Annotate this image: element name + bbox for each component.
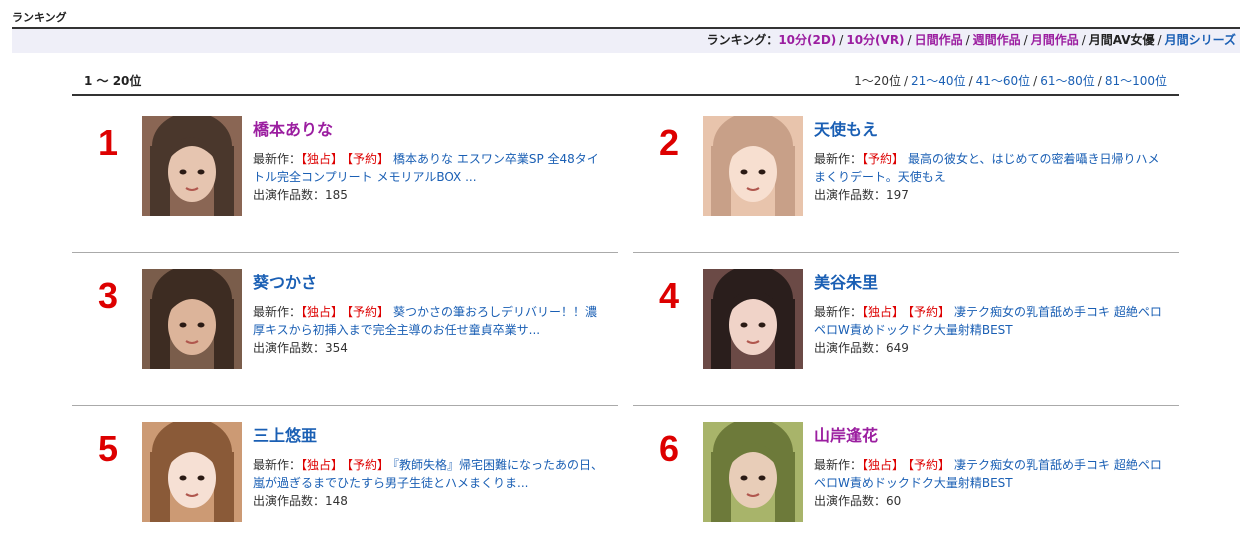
latest-work-label: 最新作： [253,305,302,319]
latest-work-label: 最新作： [814,152,863,166]
nav-separator: / [1023,33,1028,47]
actress-info: 最新作：【独占】 【予約】 『教師失格』帰宅困難になったあの日、嵐が過ぎるまでひたす… [253,456,605,510]
works-count-label: 出演作品数： [253,341,326,355]
nav-link-7[interactable]: 月間シリーズ [1165,33,1236,47]
actress-photo[interactable] [142,269,242,369]
rank-number: 4 [659,275,680,316]
nav-link-3[interactable]: 日間作品 [915,33,963,47]
work-tag: 【予約】 [347,458,390,472]
works-count-label: 出演作品数： [814,188,887,202]
works-count-value: 197 [886,188,909,202]
rank-number: 2 [659,122,680,163]
rank-number: 5 [98,428,119,469]
ranking-nav-lead: ランキング： [706,33,779,47]
actress-photo[interactable] [703,269,803,369]
work-tag: 【予約】 [862,152,905,166]
actress-card: 5 三上悠亜最新作：【独占】 【予約】 『教師失格』帰宅困難になったあの日、嵐が過ぎる… [72,422,618,558]
actress-photo[interactable] [703,422,803,522]
work-tag: 【予約】 [347,152,390,166]
nav-separator: / [1157,33,1162,47]
pager-separator: / [968,74,973,88]
latest-work-label: 最新作： [814,458,863,472]
work-tag: 【予約】 [908,305,951,319]
pager-link-4[interactable]: 61〜80位 [1040,74,1095,88]
works-count-value: 649 [886,341,909,355]
nav-separator: / [965,33,970,47]
works-count-label: 出演作品数： [253,188,326,202]
work-tag: 【予約】 [908,458,951,472]
actress-card: 3 葵つかさ最新作：【独占】 【予約】 葵つかさの筆おろしデリバリー！！濃厚キスから初… [72,269,618,406]
nav-link-5[interactable]: 月間作品 [1031,33,1079,47]
works-count-line: 出演作品数：60 [814,492,1166,510]
range-title: 1 〜 20位 [84,74,142,88]
works-count-line: 出演作品数：148 [253,492,605,510]
page-header: ランキング [12,6,1240,29]
pager-separator: / [1097,74,1102,88]
rank-number: 6 [659,428,680,469]
nav-link-2[interactable]: 10分(VR) [846,33,904,47]
range-pager: 1〜20位/21〜40位/41〜60位/61〜80位/81〜100位 [854,68,1167,94]
actress-card: 2 天使もえ最新作：【予約】 最高の彼女と、はじめての密着囁き日帰りハメまくりデート… [633,116,1179,253]
latest-work-label: 最新作： [814,305,863,319]
rank-number: 1 [98,122,119,163]
works-count-value: 185 [325,188,348,202]
page-title: ランキング [12,11,67,24]
works-count-line: 出演作品数：185 [253,186,605,204]
actress-photo[interactable] [142,116,242,216]
nav-separator: / [1081,33,1086,47]
actress-info: 最新作：【独占】 【予約】 凄テク痴女の乳首舐め手コキ 超絶ペロペロW責めドックドク… [814,303,1166,357]
works-count-label: 出演作品数： [814,494,887,508]
work-tag: 【独占】 [862,305,905,319]
works-count-label: 出演作品数： [814,341,887,355]
latest-work-label: 最新作： [253,152,302,166]
work-tag: 【独占】 [301,152,344,166]
nav-separator: / [907,33,912,47]
actress-photo[interactable] [703,116,803,216]
actress-info: 最新作：【独占】 【予約】 葵つかさの筆おろしデリバリー！！濃厚キスから初挿入まで完… [253,303,605,357]
actress-photo[interactable] [142,422,242,522]
nav-link-4[interactable]: 週間作品 [973,33,1021,47]
works-count-line: 出演作品数：649 [814,339,1166,357]
actress-name[interactable]: 天使もえ [814,116,878,140]
works-count-line: 出演作品数：197 [814,186,1166,204]
latest-work-label: 最新作： [253,458,302,472]
range-bar: 1 〜 20位 1〜20位/21〜40位/41〜60位/61〜80位/81〜10… [72,68,1179,96]
pager-link-3[interactable]: 41〜60位 [976,74,1031,88]
actress-name[interactable]: 葵つかさ [253,269,317,293]
actress-card: 4 美谷朱里最新作：【独占】 【予約】 凄テク痴女の乳首舐め手コキ 超絶ペロペロW責め… [633,269,1179,406]
pager-current: 1〜20位 [854,74,901,88]
rank-number: 3 [98,275,119,316]
nav-separator: / [839,33,844,47]
works-count-value: 354 [325,341,348,355]
works-count-line: 出演作品数：354 [253,339,605,357]
pager-link-5[interactable]: 81〜100位 [1105,74,1167,88]
actress-info: 最新作：【独占】 【予約】 凄テク痴女の乳首舐め手コキ 超絶ペロペロW責めドックドク… [814,456,1166,510]
works-count-label: 出演作品数： [253,494,326,508]
pager-separator: / [903,74,909,88]
work-tag: 【独占】 [301,305,344,319]
nav-link-1[interactable]: 10分(2D) [778,33,836,47]
ranking-nav: ランキング：10分(2D)/10分(VR) / 日間作品 / 週間作品 / 月間作品 / 月間A… [12,29,1240,53]
work-tag: 【独占】 [301,458,344,472]
actress-card: 1 橋本ありな最新作：【独占】 【予約】 橋本ありな エスワン卒業SP 全48タイトル… [72,116,618,253]
works-count-value: 60 [886,494,902,508]
actress-name[interactable]: 山岸逢花 [814,422,878,446]
actress-info: 最新作：【予約】 最高の彼女と、はじめての密着囁き日帰りハメまくりデート。天使もえ… [814,150,1166,204]
pager-separator: / [1033,74,1038,88]
work-tag: 【独占】 [862,458,905,472]
actress-info: 最新作：【独占】 【予約】 橋本ありな エスワン卒業SP 全48タイトル完全コンプリ… [253,150,605,204]
actress-name[interactable]: 橋本ありな [253,116,333,140]
actress-name[interactable]: 三上悠亜 [253,422,317,446]
work-tag: 【予約】 [347,305,390,319]
pager-link-2[interactable]: 21〜40位 [911,74,966,88]
actress-card: 6 山岸逢花最新作：【独占】 【予約】 凄テク痴女の乳首舐め手コキ 超絶ペロペロW責め… [633,422,1179,558]
actress-name[interactable]: 美谷朱里 [814,269,878,293]
nav-link-6: 月間AV女優 [1088,33,1155,47]
works-count-value: 148 [325,494,348,508]
